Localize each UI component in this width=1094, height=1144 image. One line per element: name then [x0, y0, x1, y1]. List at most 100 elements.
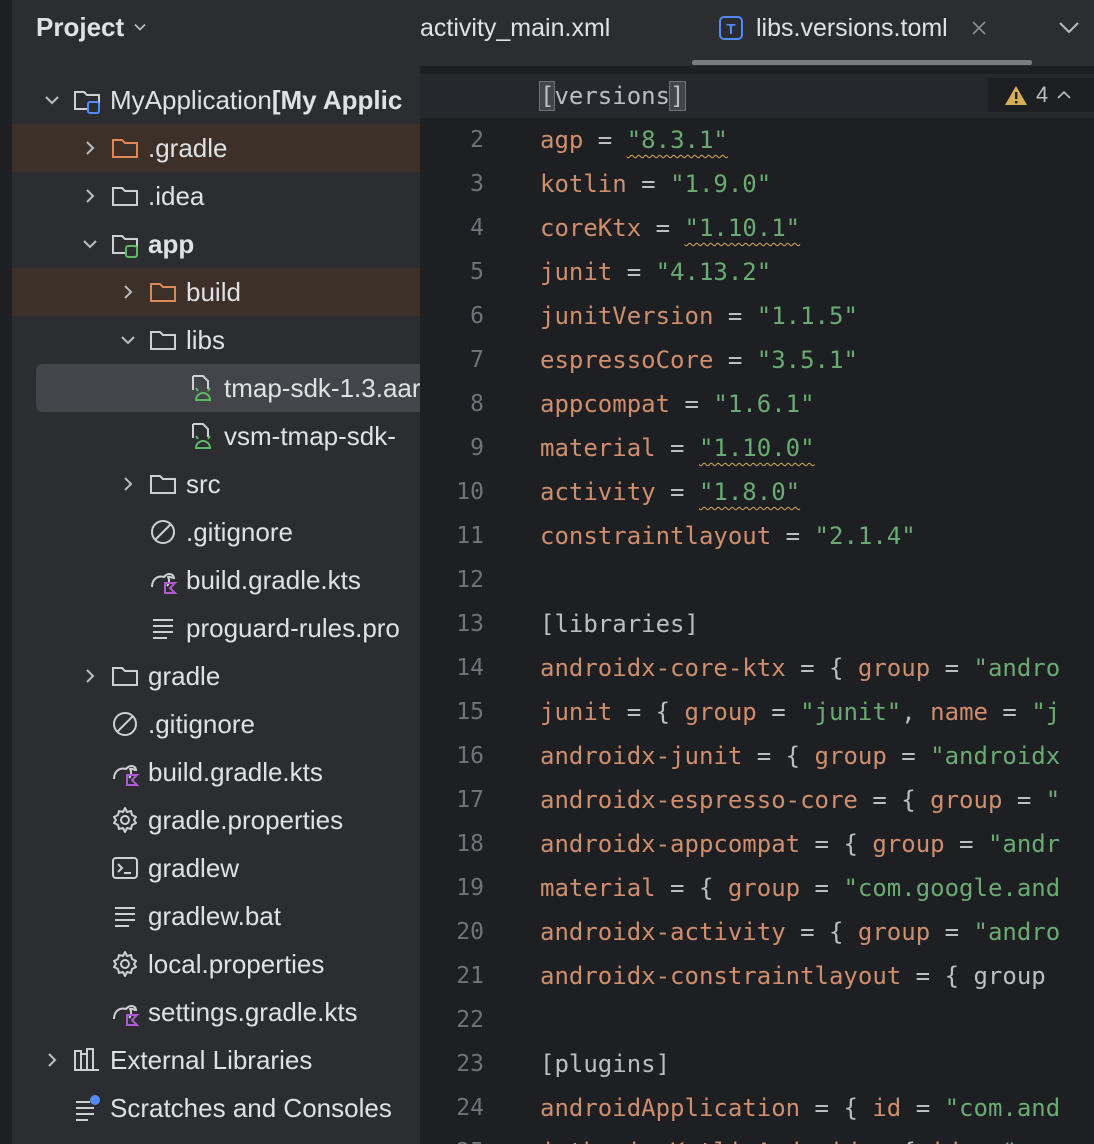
project-view-selector[interactable]: Project: [36, 8, 146, 46]
tree-item-label: local.properties: [148, 948, 325, 979]
tree-item[interactable]: .gitignore: [12, 700, 420, 748]
tree-item-icon: [186, 421, 216, 451]
tree-item[interactable]: libs: [12, 316, 420, 364]
folder-excluded-icon: [150, 283, 176, 302]
tree-expander[interactable]: [80, 138, 100, 158]
tab-activity-main-xml[interactable]: activity_main.xml: [420, 0, 610, 56]
code-line[interactable]: junit = { group = "junit", name = "j: [540, 690, 1060, 734]
code-line[interactable]: jetbrainsKotlinAndroid = { id = "org: [540, 1130, 1060, 1144]
code-line[interactable]: activity = "1.8.0": [540, 470, 800, 514]
line-number: 20: [456, 919, 484, 945]
code-line[interactable]: androidx-constraintlayout = { group: [540, 954, 1060, 998]
tree-item[interactable]: build.gradle.kts: [12, 556, 420, 604]
tree-expander[interactable]: [118, 330, 138, 350]
gitignore-icon: [151, 520, 175, 544]
tree-item[interactable]: app: [12, 220, 420, 268]
line-number: 12: [456, 567, 484, 593]
close-icon[interactable]: [970, 19, 988, 37]
tab-label: activity_main.xml: [420, 13, 611, 42]
gradle-kts-icon: [113, 765, 140, 786]
tree-item-icon: [72, 85, 102, 115]
code-line[interactable]: [libraries]: [540, 602, 699, 646]
tree-item[interactable]: .gradle: [12, 124, 420, 172]
tree-item[interactable]: proguard-rules.pro: [12, 604, 420, 652]
tree-item-icon: [110, 661, 140, 691]
tree-item[interactable]: tmap-sdk-1.3.aar: [36, 364, 420, 412]
tree-item[interactable]: src: [12, 460, 420, 508]
code-editor[interactable]: [versions] agp = "8.3.1" kotlin = "1.9.0" c…: [420, 70, 1094, 1144]
line-number: 6: [470, 303, 484, 329]
line-number: 13: [456, 611, 484, 637]
tree-expander: [80, 906, 100, 926]
tree-item[interactable]: External Libraries: [12, 1036, 420, 1084]
tree-item[interactable]: gradlew: [12, 844, 420, 892]
tree-expander: [118, 618, 138, 638]
code-line[interactable]: junitVersion = "1.1.5": [540, 294, 858, 338]
tree-item[interactable]: gradle.properties: [12, 796, 420, 844]
tree-item[interactable]: settings.gradle.kts: [12, 988, 420, 1036]
code-line[interactable]: androidApplication = { id = "com.and: [540, 1086, 1060, 1130]
tree-expander[interactable]: [80, 234, 100, 254]
code-line[interactable]: androidx-appcompat = { group = "andr: [540, 822, 1060, 866]
code-line[interactable]: coreKtx = "1.10.1": [540, 206, 800, 250]
tree-item-icon: [148, 613, 178, 643]
text-file-icon: [153, 619, 173, 639]
tree-expander[interactable]: [42, 90, 62, 110]
tree-item-icon: [110, 757, 140, 787]
tab-libs-versions-toml[interactable]: T libs.versions.toml: [718, 0, 988, 56]
tree-item[interactable]: local.properties: [12, 940, 420, 988]
tree-item[interactable]: MyApplication [My Applic: [12, 76, 420, 124]
tree-item[interactable]: gradle: [12, 652, 420, 700]
tree-item[interactable]: vsm-tmap-sdk-: [12, 412, 420, 460]
tree-item-label: proguard-rules.pro: [186, 612, 400, 643]
chevron-up-icon[interactable]: [1056, 87, 1072, 103]
tree-item-icon: [110, 709, 140, 739]
chevron-down-icon[interactable]: [1056, 14, 1082, 40]
chevron-right-icon[interactable]: [119, 283, 137, 301]
tree-expander[interactable]: [80, 186, 100, 206]
gear-icon: [113, 951, 137, 977]
text-file-icon: [115, 907, 135, 927]
tree-item-label: build: [186, 276, 241, 307]
tree-item[interactable]: gradlew.bat: [12, 892, 420, 940]
code-line[interactable]: agp = "8.3.1": [540, 118, 728, 162]
editor-area: activity_main.xml T libs.versions.toml 1…: [420, 0, 1094, 1144]
code-line[interactable]: androidx-activity = { group = "andro: [540, 910, 1060, 954]
chevron-down-icon[interactable]: [43, 91, 61, 109]
code-line[interactable]: androidx-espresso-core = { group = ": [540, 778, 1060, 822]
code-line[interactable]: junit = "4.13.2": [540, 250, 771, 294]
tree-item-icon: [110, 997, 140, 1027]
inspection-widget[interactable]: 4: [988, 78, 1094, 112]
chevron-down-icon[interactable]: [119, 331, 137, 349]
code-line[interactable]: material = { group = "com.google.and: [540, 866, 1060, 910]
tree-item[interactable]: Scratches and Consoles: [12, 1084, 420, 1132]
tree-item[interactable]: build: [12, 268, 420, 316]
code-line[interactable]: espressoCore = "3.5.1": [540, 338, 858, 382]
tree-item[interactable]: build.gradle.kts: [12, 748, 420, 796]
code-line[interactable]: constraintlayout = "2.1.4": [540, 514, 916, 558]
tree-expander[interactable]: [118, 282, 138, 302]
code-line[interactable]: appcompat = "1.6.1": [540, 382, 815, 426]
chevron-right-icon[interactable]: [119, 475, 137, 493]
scratches-icon: [76, 1095, 100, 1121]
chevron-down-icon[interactable]: [81, 235, 99, 253]
svg-text:T: T: [726, 21, 735, 38]
code-line[interactable]: androidx-core-ktx = { group = "andro: [540, 646, 1060, 690]
code-line[interactable]: [plugins]: [540, 1042, 670, 1086]
tree-item-label: libs: [186, 324, 226, 355]
tree-item[interactable]: .gitignore: [12, 508, 420, 556]
chevron-right-icon[interactable]: [81, 667, 99, 685]
line-number: 10: [456, 479, 484, 505]
chevron-right-icon[interactable]: [81, 139, 99, 157]
chevron-right-icon[interactable]: [43, 1051, 61, 1069]
code-line[interactable]: androidx-junit = { group = "androidx: [540, 734, 1060, 778]
chevron-right-icon[interactable]: [81, 187, 99, 205]
tree-item[interactable]: .idea: [12, 172, 420, 220]
line-number: 21: [456, 963, 484, 989]
tree-expander[interactable]: [42, 1050, 62, 1070]
tree-expander[interactable]: [80, 666, 100, 686]
code-line[interactable]: kotlin = "1.9.0": [540, 162, 771, 206]
tree-expander[interactable]: [118, 474, 138, 494]
code-line[interactable]: material = "1.10.0": [540, 426, 815, 470]
folder-icon: [112, 187, 138, 206]
